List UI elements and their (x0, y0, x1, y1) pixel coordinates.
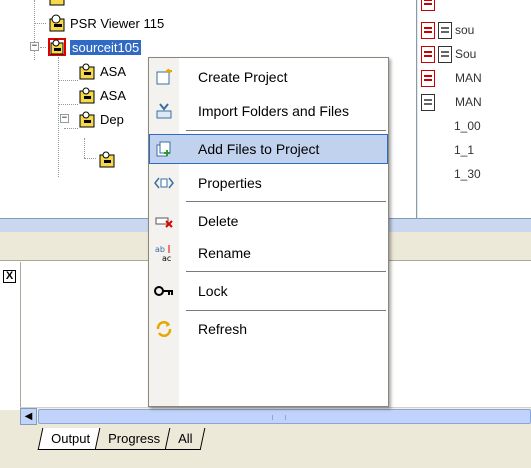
file-label: MAN (455, 71, 482, 85)
tree-item[interactable]: Dep (78, 109, 124, 129)
file-icon (438, 21, 452, 39)
tree-connector (34, 0, 35, 60)
menu-item-add-files[interactable]: Add Files to Project (149, 134, 388, 164)
tab-output[interactable]: Output (37, 428, 104, 450)
close-icon[interactable]: X (3, 270, 16, 283)
project-icon (49, 14, 65, 32)
tree-item-label: sourceit105 (70, 39, 142, 55)
document-icon (421, 93, 435, 111)
scrollbar-thumb[interactable] (38, 409, 531, 424)
output-tabs: Output Progress All (37, 428, 206, 452)
import-icon (149, 96, 179, 126)
file-label: Sou (455, 47, 477, 61)
menu-item-refresh[interactable]: Refresh (149, 314, 388, 344)
project-icon (48, 38, 66, 56)
svg-text:ab: ab (155, 245, 165, 254)
menu-item-properties[interactable]: Properties (149, 168, 388, 198)
tree-connector (58, 104, 78, 105)
menu-item-rename[interactable]: ab ac Rename (149, 238, 388, 268)
menu-item-label: Delete (198, 213, 239, 229)
file-row[interactable]: Sou (418, 44, 476, 64)
create-project-icon (149, 62, 179, 92)
menu-item-label: Add Files to Project (198, 141, 320, 157)
menu-item-lock[interactable]: Lock (149, 276, 388, 306)
tree-connector (64, 128, 78, 129)
tree-connector (84, 138, 85, 158)
file-row[interactable]: 1_00 (418, 116, 481, 136)
horizontal-scrollbar[interactable]: ◀ (20, 407, 531, 425)
document-icon (421, 45, 435, 63)
folder-key-icon (79, 111, 95, 128)
document-icon (421, 21, 435, 39)
tree-connector (58, 80, 78, 81)
tree-item-selected[interactable]: sourceit105 (48, 37, 142, 57)
menu-item-delete[interactable]: Delete (149, 206, 388, 236)
rename-icon: ab ac (149, 238, 179, 268)
tree-connector (34, 23, 46, 24)
lock-icon (149, 276, 179, 306)
collapse-icon[interactable]: − (60, 114, 69, 123)
menu-item-import[interactable]: Import Folders and Files (149, 96, 388, 126)
file-row[interactable]: MAN (418, 92, 482, 112)
tree-item-label: PSR Viewer 115 (70, 15, 165, 31)
menu-separator (186, 310, 386, 311)
tree-item-label: ASA (100, 87, 127, 103)
svg-text:ac: ac (162, 254, 171, 263)
collapse-icon[interactable]: − (30, 42, 39, 51)
menu-separator (186, 271, 386, 272)
document-icon (421, 0, 435, 11)
file-label: 1_30 (454, 167, 481, 181)
tree-item[interactable] (98, 149, 116, 169)
properties-icon (149, 168, 179, 198)
tree-item[interactable]: PSR Viewer 115 (48, 13, 164, 33)
file-row[interactable] (418, 0, 435, 12)
folder-key-icon (79, 87, 95, 104)
menu-item-label: Refresh (198, 321, 248, 337)
tree-item[interactable]: ASA (78, 61, 126, 81)
tab-progress[interactable]: Progress (94, 428, 174, 450)
folder-key-icon (79, 63, 95, 80)
add-files-icon (149, 134, 179, 164)
project-icon (49, 0, 65, 6)
tree-connector (84, 158, 96, 159)
tree-connector (58, 57, 59, 177)
file-row[interactable]: sou (418, 20, 474, 40)
context-menu: Create Project Import Folders and Files … (148, 57, 389, 407)
tree-item-label: ASA (100, 63, 127, 79)
menu-separator (186, 201, 386, 202)
menu-item-label: Create Project (198, 69, 288, 85)
menu-item-label: Lock (198, 283, 228, 299)
file-row[interactable]: 1_1 (418, 140, 474, 160)
file-row[interactable]: MAN (418, 68, 482, 88)
menu-separator (186, 130, 386, 131)
file-label: 1_1 (454, 143, 475, 157)
menu-item-create-project[interactable]: Create Project (149, 62, 388, 92)
file-list[interactable]: sou Sou MAN MAN 1_00 1_1 1_30 (418, 0, 531, 218)
folder-key-icon (99, 151, 115, 168)
grip-icon (272, 415, 286, 420)
file-label: MAN (455, 95, 482, 109)
file-row[interactable]: 1_30 (418, 164, 481, 184)
menu-item-label: Rename (198, 245, 251, 261)
refresh-icon (149, 314, 179, 344)
tab-all[interactable]: All (164, 428, 206, 450)
tree-connector (40, 47, 46, 48)
tree-item-label: Dep (100, 111, 124, 127)
menu-item-label: Import Folders and Files (198, 103, 349, 119)
tree-item[interactable]: ASA (78, 85, 126, 105)
file-icon (438, 45, 452, 63)
document-icon (421, 69, 435, 87)
menu-item-label: Properties (198, 175, 262, 191)
file-label: 1_00 (454, 119, 481, 133)
tree-item-partial (48, 0, 66, 8)
scroll-left-icon[interactable]: ◀ (20, 408, 37, 425)
delete-icon (149, 206, 179, 236)
file-label: sou (455, 23, 475, 37)
